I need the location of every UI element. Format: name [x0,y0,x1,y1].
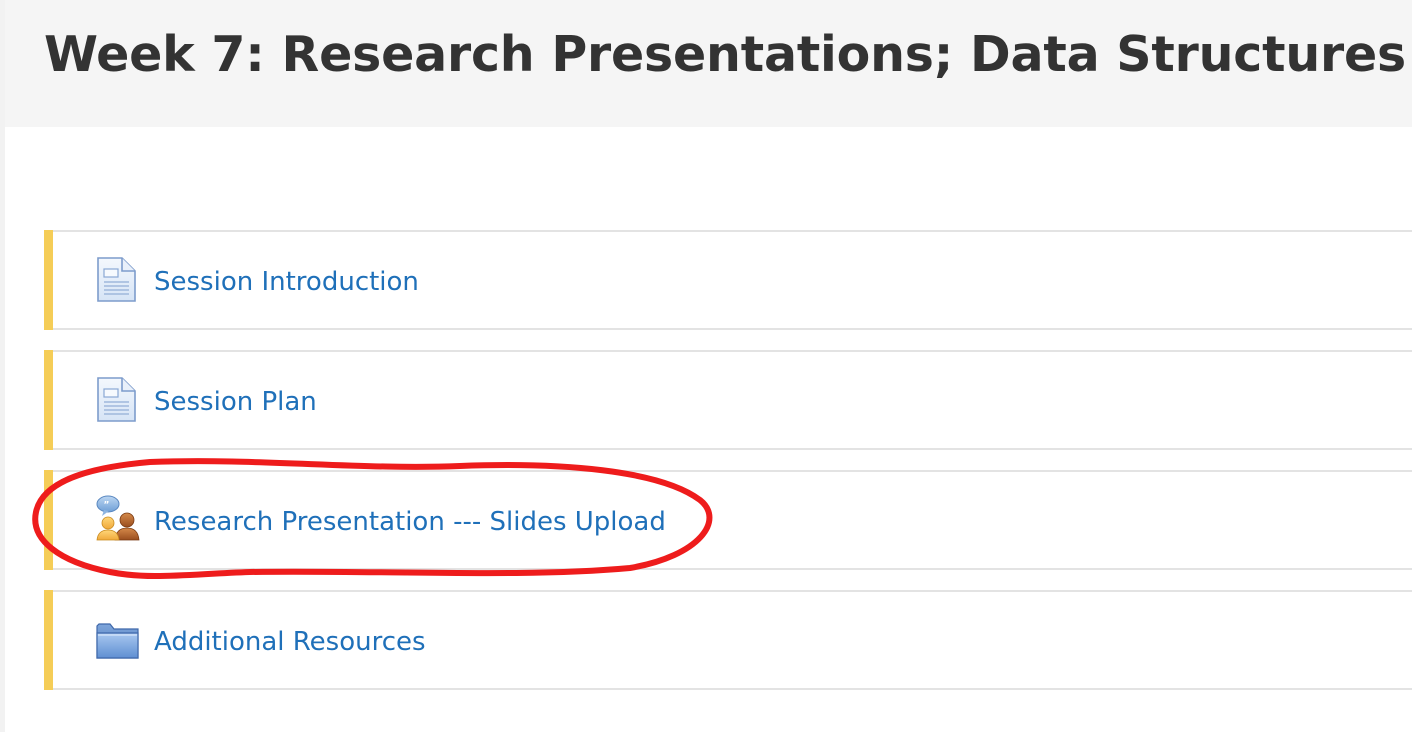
activity-link[interactable]: Session Introduction [154,262,419,302]
activity-stripe [44,470,53,570]
page-icon[interactable] [94,254,140,304]
course-section-page: Week 7: Research Presentations; Data Str… [0,0,1412,732]
activity-research-presentation: ” Research Presentation --- Slides Uploa… [44,470,1412,570]
activity-stripe [44,230,53,330]
activity-list: Session Introduction Session Plan ” Rese… [44,230,1412,710]
activity-additional-resources: Additional Resources [44,590,1412,690]
activity-session-introduction: Session Introduction [44,230,1412,330]
folder-icon[interactable] [94,614,140,664]
activity-stripe [44,590,53,690]
activity-link[interactable]: Session Plan [154,382,317,422]
section-title: Week 7: Research Presentations; Data Str… [44,26,1412,83]
page-icon[interactable] [94,374,140,424]
activity-session-plan: Session Plan [44,350,1412,450]
svg-text:”: ” [104,501,110,511]
activity-link[interactable]: Research Presentation --- Slides Upload [154,502,666,542]
activity-link[interactable]: Additional Resources [154,622,426,662]
activity-stripe [44,350,53,450]
forum-icon[interactable]: ” [94,494,140,544]
